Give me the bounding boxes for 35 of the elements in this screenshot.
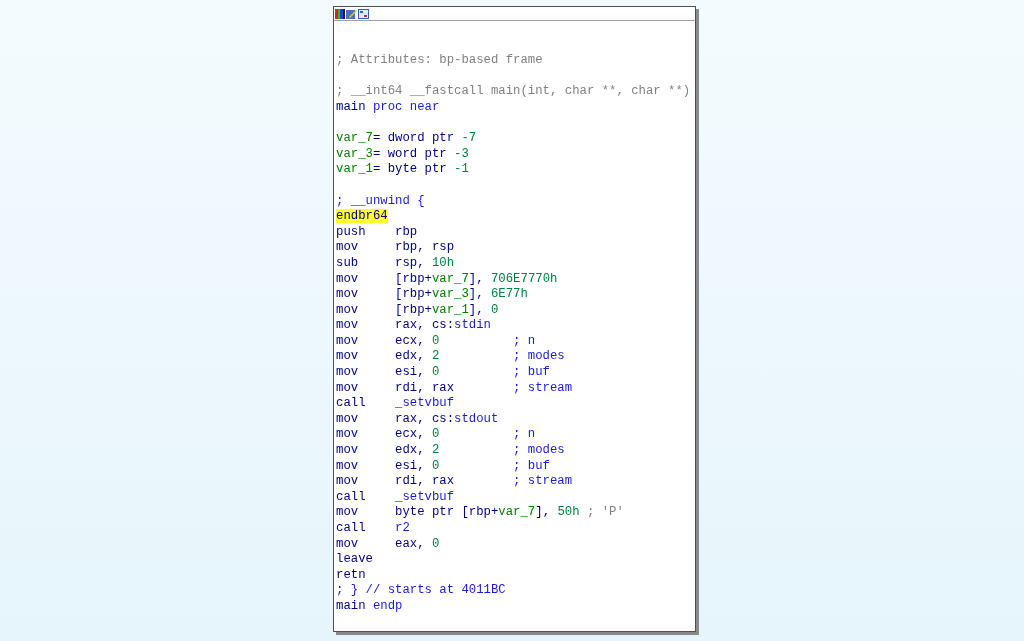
code-line: call _setvbuf <box>336 489 456 506</box>
code-line: main endp <box>336 598 404 615</box>
code-line: mov rax, cs:stdin <box>336 318 492 334</box>
code-line: leave <box>336 552 374 568</box>
color-palette-icon[interactable] <box>335 8 345 19</box>
code-line: ; __unwind { <box>336 193 426 210</box>
code-line: ; } // starts at 4011BC <box>336 583 507 599</box>
code-line: mov rdi, rax ; stream <box>336 380 574 397</box>
code-line: var_1= byte ptr -1 <box>336 162 470 178</box>
code-line: mov byte ptr [rbp+var_7], 50h ; 'P' <box>336 505 625 521</box>
code-line: main proc near <box>336 99 441 116</box>
code-line: mov [rbp+var_3], 6E77h <box>336 287 529 303</box>
graph-view-icon[interactable] <box>358 8 369 19</box>
code-line: mov rbp, rsp <box>336 240 456 256</box>
code-line: var_7= dword ptr -7 <box>336 131 478 147</box>
code-line: mov edx, 2 ; modes <box>336 349 566 366</box>
code-line: mov ecx, 0 ; n <box>336 333 537 350</box>
code-line: mov ecx, 0 ; n <box>336 427 537 444</box>
code-line: call r2 <box>336 521 411 537</box>
code-line: mov rdi, rax ; stream <box>336 474 574 490</box>
pencil-icon[interactable] <box>346 8 357 19</box>
code-line: mov [rbp+var_1], 0 <box>336 302 500 319</box>
code-line: ; __int64 __fastcall main(int, char **, char **) <box>336 84 692 100</box>
code-line: mov [rbp+var_7], 706E7770h <box>336 271 559 288</box>
code-line: mov eax, 0 <box>336 536 441 553</box>
code-line: mov esi, 0 ; buf <box>336 365 551 381</box>
code-line: mov esi, 0 ; buf <box>336 458 551 475</box>
code-line: push rbp <box>336 224 419 241</box>
code-line: sub rsp, 10h <box>336 255 456 272</box>
code-line: mov rax, cs:stdout <box>336 411 500 428</box>
code-line: call _setvbuf <box>336 396 456 412</box>
code-line: mov edx, 2 ; modes <box>336 443 566 459</box>
code-line: ; Attributes: bp-based frame <box>336 53 544 69</box>
code-line: var_3= word ptr -3 <box>336 146 470 163</box>
code-line: retn <box>336 567 367 584</box>
